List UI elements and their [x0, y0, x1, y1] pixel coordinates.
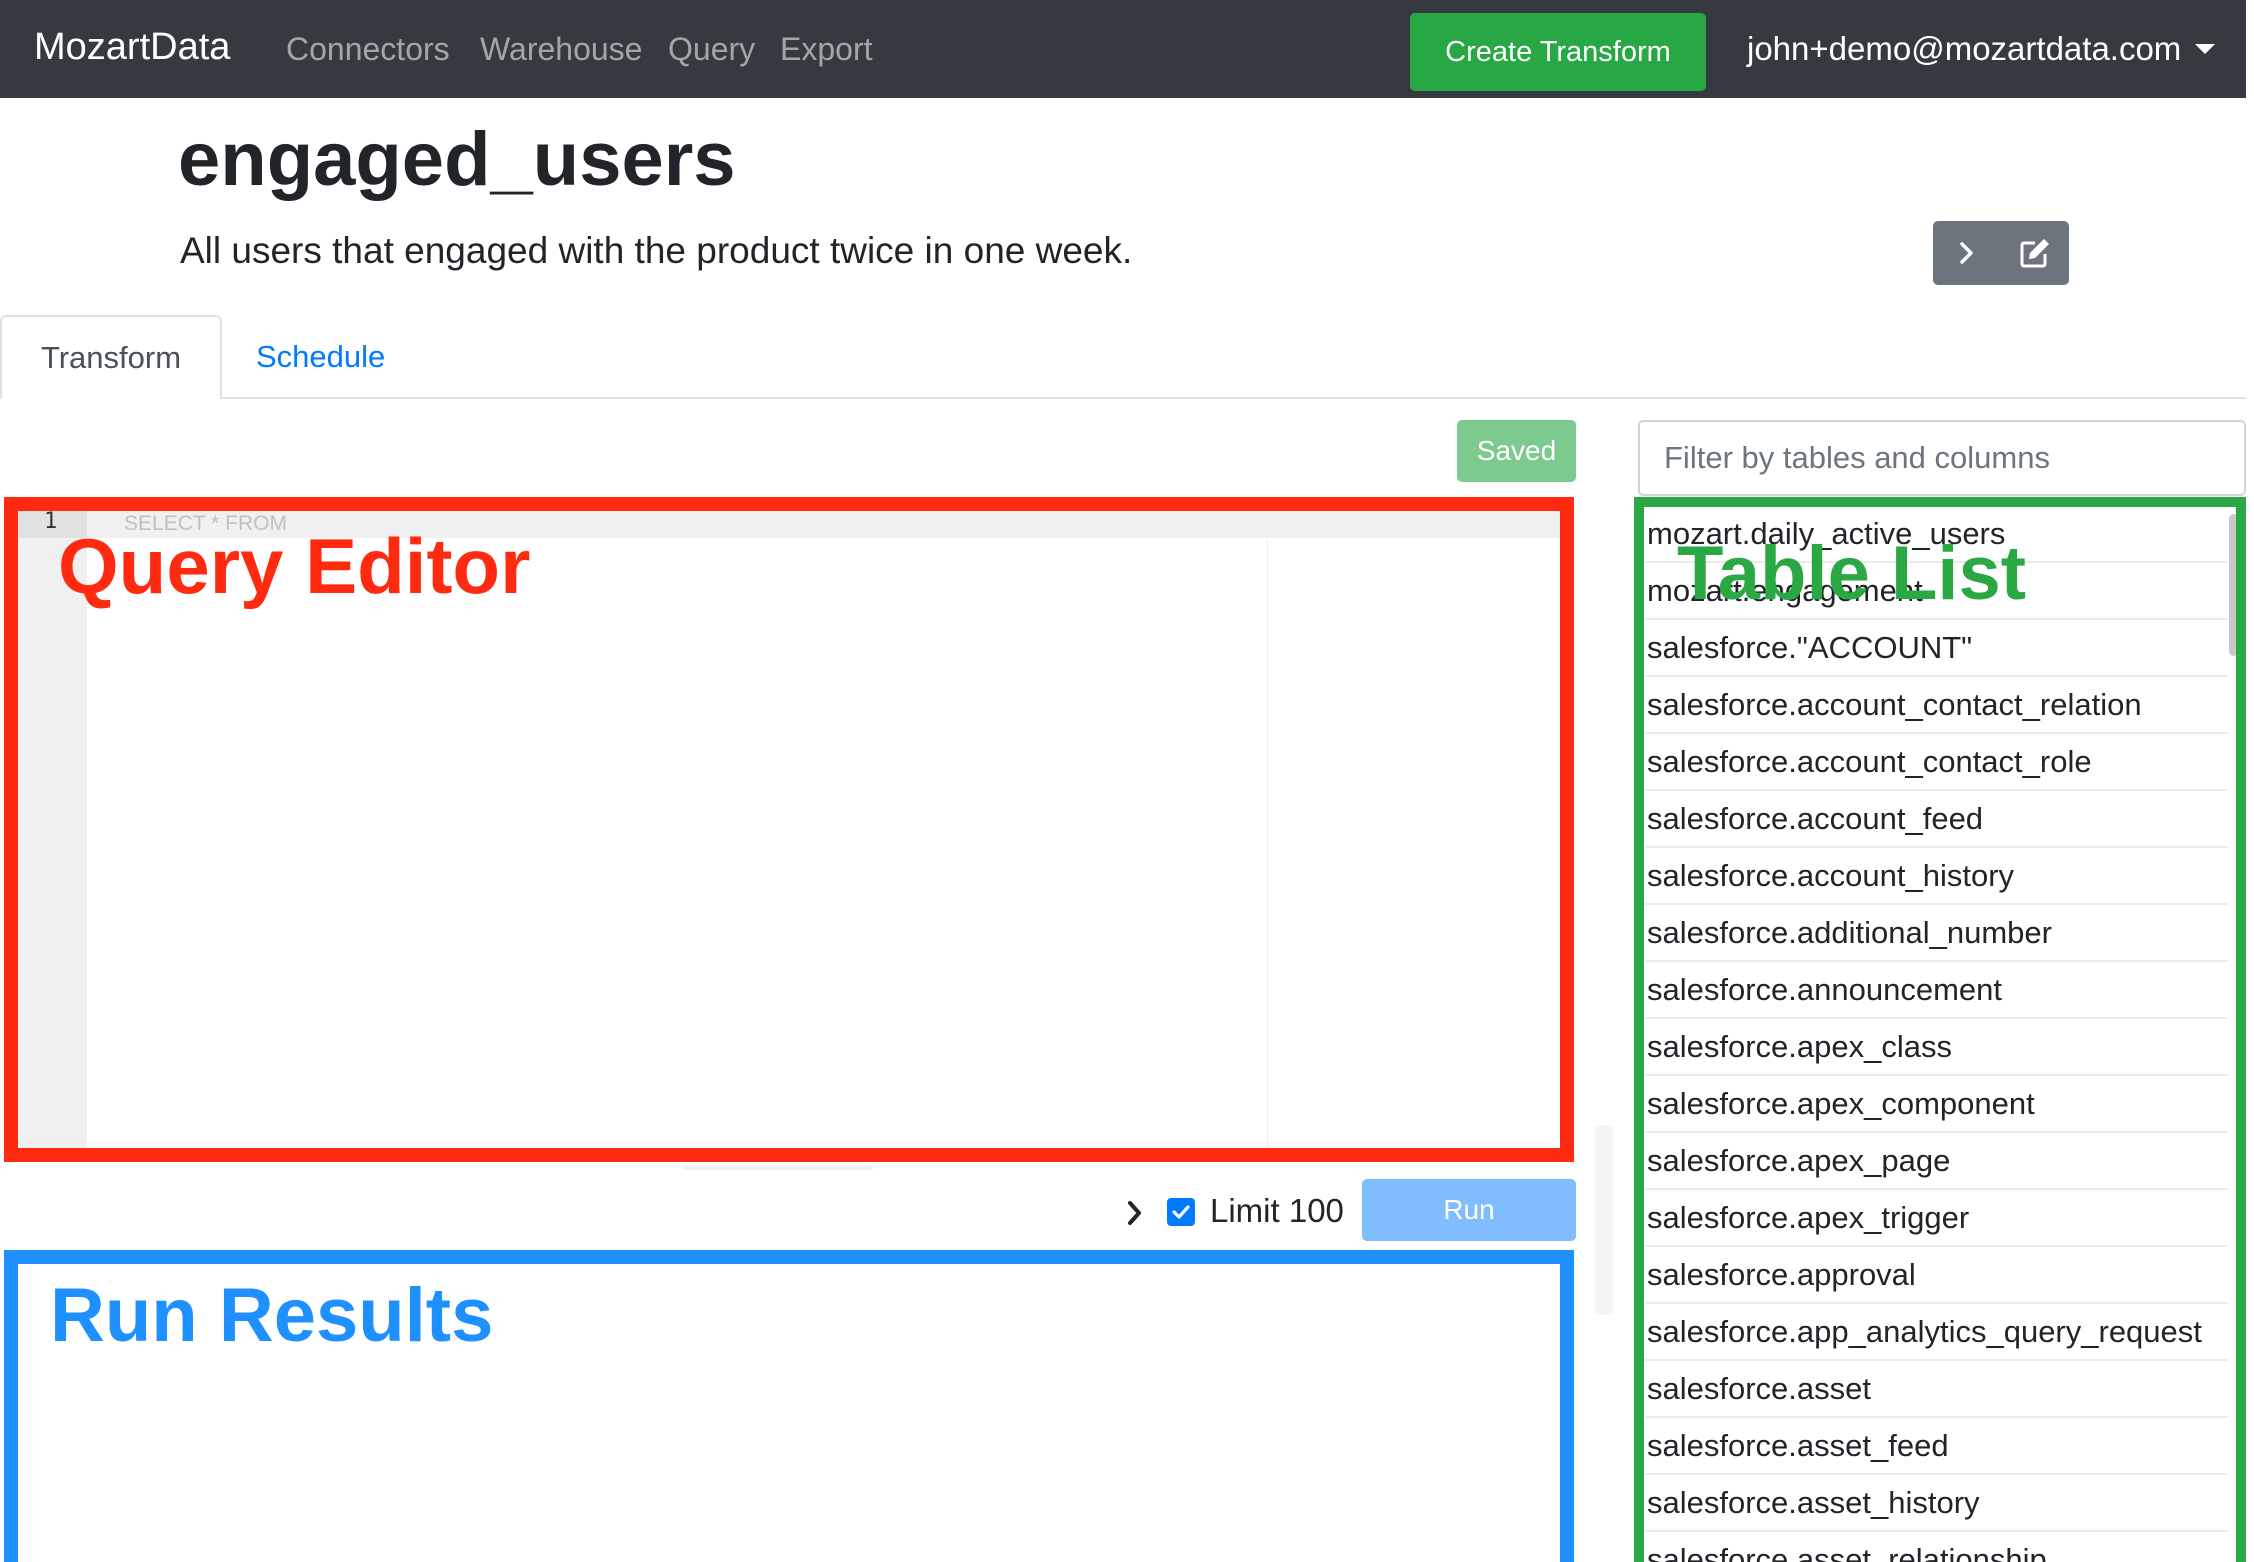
editor-placeholder: SELECT * FROM	[124, 512, 287, 535]
table-list-item[interactable]: salesforce.apex_page	[1645, 1133, 2228, 1190]
expand-button[interactable]	[1933, 221, 2001, 285]
checkmark-icon	[1172, 1205, 1190, 1219]
table-list-item[interactable]: salesforce.apex_trigger	[1645, 1190, 2228, 1247]
table-list-item[interactable]: salesforce.account_history	[1645, 848, 2228, 905]
run-button[interactable]: Run	[1362, 1179, 1576, 1241]
table-list-item[interactable]: salesforce."ACCOUNT"	[1645, 620, 2228, 677]
scrollbar-thumb[interactable]	[2229, 514, 2238, 656]
table-list-item[interactable]: salesforce.account_contact_role	[1645, 734, 2228, 791]
tab-schedule[interactable]: Schedule	[256, 339, 385, 375]
table-list-item[interactable]: salesforce.account_contact_relation	[1645, 677, 2228, 734]
nav-link-connectors[interactable]: Connectors	[286, 31, 450, 68]
table-list-item[interactable]: salesforce.announcement	[1645, 962, 2228, 1019]
table-list-item[interactable]: salesforce.additional_number	[1645, 905, 2228, 962]
table-list-item[interactable]: salesforce.account_feed	[1645, 791, 2228, 848]
page-description: All users that engaged with the product …	[180, 230, 1133, 271]
table-list-item[interactable]: mozart.engagement	[1645, 563, 2228, 620]
tabs-divider	[0, 397, 2246, 399]
caret-down-icon[interactable]	[2195, 44, 2215, 54]
table-list-item[interactable]: salesforce.apex_class	[1645, 1019, 2228, 1076]
chevron-right-icon	[1128, 1201, 1141, 1225]
table-list-item[interactable]: salesforce.asset_relationship	[1645, 1532, 2228, 1562]
brand-logo[interactable]: MozartData	[34, 26, 230, 69]
limit-checkbox[interactable]	[1167, 1198, 1195, 1226]
table-list-item[interactable]: salesforce.asset	[1645, 1361, 2228, 1418]
top-navbar: MozartData Connectors Warehouse Query Ex…	[0, 0, 2246, 98]
panel-splitter[interactable]	[1595, 1125, 1613, 1315]
table-list-scrollbar[interactable]	[2228, 506, 2240, 1556]
table-list[interactable]: mozart.daily_active_users mozart.engageme…	[1645, 506, 2228, 1562]
table-list-item[interactable]: salesforce.apex_component	[1645, 1076, 2228, 1133]
options-toggle[interactable]	[1124, 1196, 1146, 1230]
table-list-item[interactable]: mozart.daily_active_users	[1645, 506, 2228, 563]
table-list-item[interactable]: salesforce.asset_feed	[1645, 1418, 2228, 1475]
user-menu-toggle[interactable]: john+demo@mozartdata.com	[1747, 30, 2181, 68]
tab-transform[interactable]: Transform	[0, 315, 222, 399]
table-list-item[interactable]: salesforce.app_analytics_query_request	[1645, 1304, 2228, 1361]
query-editor[interactable]: 1 SELECT * FROM	[12, 506, 1566, 1150]
saved-button[interactable]: Saved	[1457, 420, 1576, 482]
run-results-area	[18, 1264, 1560, 1554]
nav-link-query[interactable]: Query	[668, 31, 755, 68]
nav-link-export[interactable]: Export	[780, 31, 872, 68]
chevron-right-icon	[1960, 242, 1973, 264]
line-number: 1	[44, 509, 58, 534]
table-filter-input[interactable]	[1638, 420, 2246, 496]
page-title: engaged_users	[178, 117, 736, 202]
print-margin	[1267, 506, 1268, 1150]
edit-icon	[2020, 239, 2049, 268]
editor-gutter	[12, 506, 87, 1150]
create-transform-button[interactable]: Create Transform	[1410, 13, 1706, 91]
editor-resize-handle[interactable]	[683, 1166, 873, 1170]
limit-label[interactable]: Limit 100	[1210, 1192, 1344, 1230]
header-button-group	[1933, 221, 2069, 285]
edit-button[interactable]	[2001, 221, 2069, 285]
table-list-item[interactable]: salesforce.asset_history	[1645, 1475, 2228, 1532]
table-list-item[interactable]: salesforce.approval	[1645, 1247, 2228, 1304]
nav-link-warehouse[interactable]: Warehouse	[480, 31, 642, 68]
